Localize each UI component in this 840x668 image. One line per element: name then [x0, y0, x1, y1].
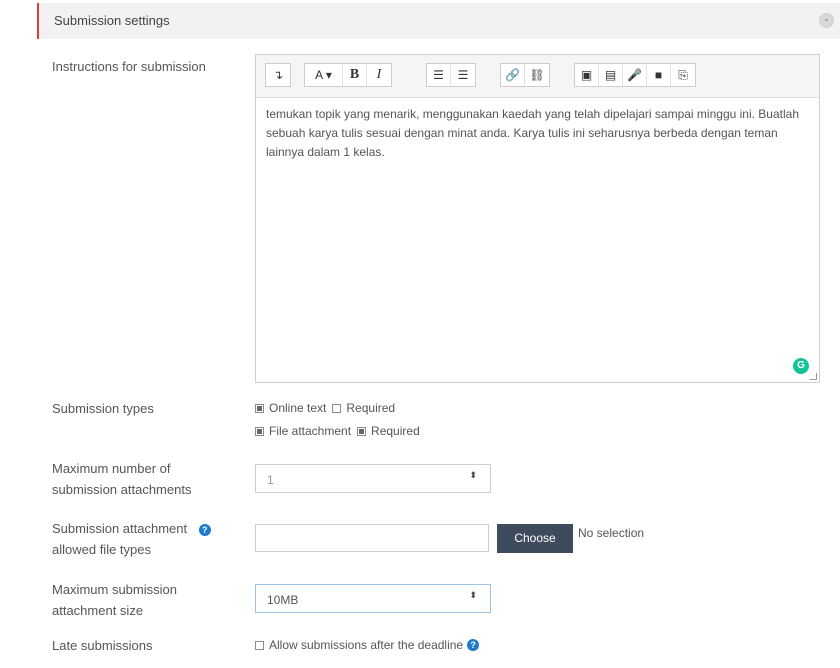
- late-submissions-row: Allow submissions after the deadline ?: [255, 638, 480, 652]
- file-types-input[interactable]: [255, 524, 489, 552]
- max-size-label-line1: Maximum submission: [52, 582, 177, 597]
- max-size-label-line2: attachment size: [52, 603, 144, 618]
- max-size-select[interactable]: 10MB ⬍: [255, 584, 491, 613]
- max-size-value: 10MB: [267, 593, 299, 607]
- editor-content[interactable]: temukan topik yang menarik, menggunakan …: [266, 105, 811, 162]
- file-types-label-line2: allowed file types: [52, 542, 151, 557]
- online-text-checkbox[interactable]: [255, 403, 264, 413]
- file-attachment-required-checkbox[interactable]: [357, 426, 367, 436]
- late-submissions-label: Late submissions: [52, 638, 153, 653]
- record-video-icon[interactable]: ■: [647, 64, 671, 86]
- link-icon[interactable]: 🔗: [501, 64, 525, 86]
- record-audio-icon[interactable]: 🎤: [623, 64, 647, 86]
- editor-toolbar: ↴ A ▾ B I ☰ ☰ 🔗 ⛓ ▣ ▤ 🎤 ■ ⎘: [256, 55, 819, 98]
- section-header-submission-settings[interactable]: Submission settings -: [37, 3, 840, 39]
- instructions-editor[interactable]: ↴ A ▾ B I ☰ ☰ 🔗 ⛓ ▣ ▤ 🎤 ■ ⎘ temukan topi…: [255, 54, 820, 383]
- help-icon[interactable]: ?: [467, 639, 480, 651]
- submission-types-label: Submission types: [52, 401, 154, 416]
- max-attachments-value: 1: [267, 473, 274, 487]
- max-attachments-select[interactable]: 1 ⬍: [255, 464, 491, 493]
- toolbar-group-links: 🔗 ⛓: [500, 63, 550, 87]
- allow-late-label: Allow submissions after the deadline: [269, 638, 464, 652]
- select-arrows-icon: ⬍: [469, 470, 477, 480]
- file-attachment-label: File attachment: [269, 424, 352, 438]
- help-icon[interactable]: ?: [198, 523, 211, 536]
- online-text-required-checkbox[interactable]: [332, 403, 342, 413]
- max-size-label: Maximum submission attachment size: [52, 579, 177, 621]
- max-attachments-label: Maximum number of submission attachments: [52, 458, 191, 500]
- select-arrows-icon: ⬍: [469, 590, 477, 600]
- allow-late-checkbox[interactable]: [255, 640, 264, 650]
- file-attachment-required-label: Required: [371, 424, 420, 438]
- unlink-icon[interactable]: ⛓: [525, 64, 549, 86]
- instructions-label: Instructions for submission: [52, 59, 206, 74]
- toolbar-group-lists: ☰ ☰: [426, 63, 476, 87]
- media-icon[interactable]: ▤: [599, 64, 623, 86]
- max-attachments-label-line1: Maximum number of: [52, 461, 171, 476]
- collapse-icon[interactable]: -: [819, 13, 834, 28]
- online-text-required-label: Required: [346, 401, 396, 415]
- max-attachments-label-line2: submission attachments: [52, 482, 192, 497]
- choose-button[interactable]: Choose: [497, 524, 573, 553]
- grammarly-icon[interactable]: G: [793, 358, 809, 374]
- manage-files-icon[interactable]: ⎘: [671, 64, 695, 86]
- toolbar-toggle-icon[interactable]: ↴: [266, 64, 290, 86]
- image-icon[interactable]: ▣: [575, 64, 599, 86]
- resize-handle[interactable]: [810, 373, 817, 380]
- file-attachment-checkbox[interactable]: [255, 426, 264, 436]
- toolbar-group-format: A ▾ B I: [304, 63, 392, 87]
- online-text-row: Online text Required: [255, 401, 395, 415]
- toolbar-group-collapse: ↴: [265, 63, 291, 87]
- ordered-list-icon[interactable]: ☰: [451, 64, 475, 86]
- section-title: Submission settings: [54, 13, 170, 28]
- file-types-label: Submission attachment ? allowed file typ…: [52, 518, 211, 560]
- italic-icon[interactable]: I: [367, 64, 391, 86]
- file-attachment-row: File attachment Required: [255, 424, 420, 438]
- file-types-label-line1: Submission attachment: [52, 521, 188, 536]
- unordered-list-icon[interactable]: ☰: [427, 64, 451, 86]
- toolbar-group-media: ▣ ▤ 🎤 ■ ⎘: [574, 63, 696, 87]
- bold-icon[interactable]: B: [343, 64, 367, 86]
- paragraph-style-icon[interactable]: A ▾: [305, 64, 343, 86]
- online-text-label: Online text: [269, 401, 327, 415]
- no-selection-text: No selection: [578, 526, 645, 540]
